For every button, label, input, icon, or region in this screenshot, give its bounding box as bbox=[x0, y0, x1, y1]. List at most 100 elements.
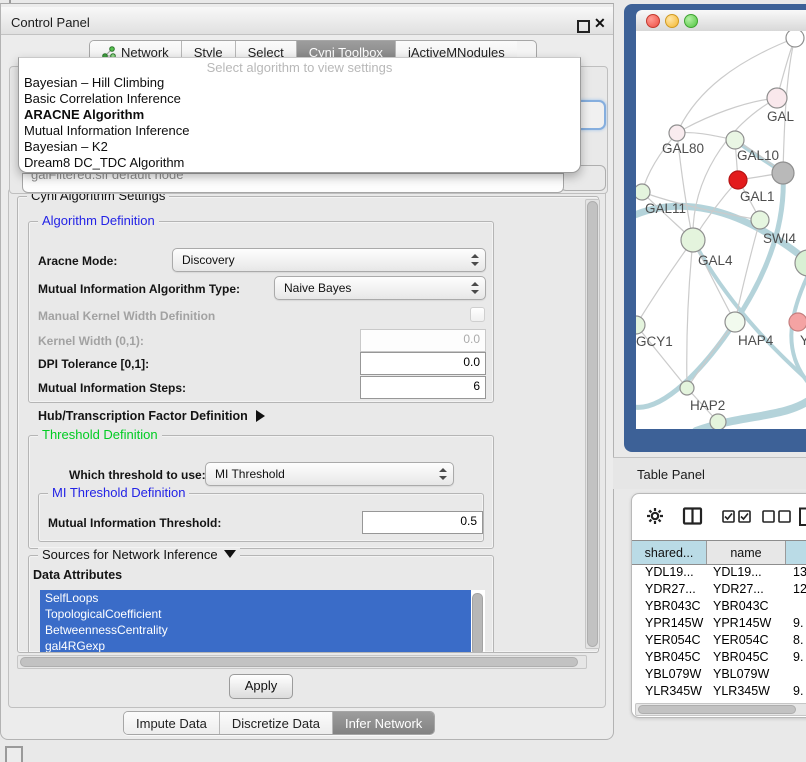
list-item-selfloops[interactable]: SelfLoops bbox=[40, 590, 471, 606]
bottom-tabbar: Impute Data Discretize Data Infer Networ… bbox=[123, 711, 435, 735]
network-node[interactable] bbox=[786, 31, 804, 47]
network-node[interactable] bbox=[681, 228, 705, 252]
control-panel-title: Control Panel bbox=[11, 15, 90, 30]
menu-item-bayesian-hill-climbing[interactable]: Bayesian – Hill Climbing bbox=[24, 75, 164, 90]
table-row[interactable]: YDR27...YDR27...12 bbox=[632, 581, 806, 598]
list-item-betweennesscentrality[interactable]: BetweennessCentrality bbox=[40, 622, 471, 638]
table-horizontal-scrollbar[interactable] bbox=[635, 703, 806, 716]
column-header-clipped[interactable] bbox=[786, 541, 806, 564]
node-label: HAP2 bbox=[690, 398, 725, 413]
table-row[interactable]: YER054CYER054C8. bbox=[632, 632, 806, 649]
network-node-selected[interactable] bbox=[729, 171, 747, 189]
mi-threshold-field[interactable]: 0.5 bbox=[362, 511, 483, 534]
zoom-traffic-light[interactable] bbox=[684, 14, 698, 28]
network-node[interactable] bbox=[789, 313, 806, 331]
table-row[interactable]: YPR145WYPR145W9. bbox=[632, 615, 806, 632]
list-item-topologicalcoefficient[interactable]: TopologicalCoefficient bbox=[40, 606, 471, 622]
cyni-settings-card: Algorithm Definition Aracne Mode: Discov… bbox=[8, 188, 606, 708]
mi-type-combo[interactable]: Naive Bayes bbox=[274, 276, 486, 300]
gear-icon[interactable] bbox=[646, 507, 664, 525]
mi-type-label: Mutual Information Algorithm Type: bbox=[38, 282, 240, 296]
aracne-mode-combo[interactable]: Discovery bbox=[172, 248, 486, 272]
table-panel-titlebar: Table Panel bbox=[613, 457, 806, 489]
tab-infer-network[interactable]: Infer Network bbox=[333, 712, 434, 734]
list-item-gal4rgexp[interactable]: gal4RGexp bbox=[40, 638, 471, 653]
node-label: GAL11 bbox=[645, 201, 686, 216]
kernel-width-field[interactable]: 0.0 bbox=[360, 329, 486, 352]
settings-vertical-scrollbar[interactable] bbox=[585, 199, 600, 649]
network-node[interactable] bbox=[767, 88, 787, 108]
menu-item-mutual-information-inference[interactable]: Mutual Information Inference bbox=[24, 123, 189, 138]
dpi-tolerance-label: DPI Tolerance [0,1]: bbox=[38, 357, 149, 371]
select-all-checkboxes-icon[interactable] bbox=[722, 510, 752, 523]
network-canvas[interactable]: GAL GAL80 GAL10 GAL1 GAL11 SWI4 GAL4 GCY… bbox=[636, 31, 806, 429]
dpi-tolerance-field[interactable]: 0.0 bbox=[360, 352, 486, 375]
table-header-row: shared... name bbox=[632, 540, 806, 565]
table-row[interactable]: YDL19...YDL19...13 bbox=[632, 564, 806, 581]
table-row[interactable]: YLR345WYLR345W9. bbox=[632, 683, 806, 700]
node-label: Y bbox=[800, 333, 806, 348]
table-row[interactable]: YBR045CYBR045C9. bbox=[632, 649, 806, 666]
deselect-all-checkboxes-icon[interactable] bbox=[762, 510, 792, 523]
node-label: SWI4 bbox=[763, 231, 796, 246]
apply-button[interactable]: Apply bbox=[229, 674, 293, 699]
node-label: GAL bbox=[767, 109, 795, 124]
aracne-mode-value: Discovery bbox=[182, 253, 235, 267]
mi-threshold-label: Mutual Information Threshold: bbox=[48, 516, 221, 530]
close-traffic-light[interactable] bbox=[646, 14, 660, 28]
network-node[interactable] bbox=[772, 162, 794, 184]
tab-discretize-data[interactable]: Discretize Data bbox=[220, 712, 333, 734]
expand-right-icon[interactable] bbox=[256, 410, 265, 422]
document-icon[interactable] bbox=[798, 507, 806, 527]
network-graph: GAL GAL80 GAL10 GAL1 GAL11 SWI4 GAL4 GCY… bbox=[636, 31, 806, 429]
network-window-titlebar[interactable] bbox=[636, 10, 806, 32]
network-node[interactable] bbox=[751, 211, 769, 229]
network-node[interactable] bbox=[636, 316, 645, 334]
list-scrollbar[interactable] bbox=[472, 593, 483, 653]
combo-arrows-icon bbox=[471, 253, 478, 267]
menu-item-bayesian-k2[interactable]: Bayesian – K2 bbox=[24, 139, 108, 154]
menu-item-basic-correlation-inference[interactable]: Basic Correlation Inference bbox=[24, 91, 181, 106]
docked-panel-icon[interactable] bbox=[5, 746, 23, 762]
float-panel-icon[interactable] bbox=[577, 20, 590, 33]
algorithm-dropdown-popup: Select algorithm to view settings Bayesi… bbox=[18, 57, 581, 173]
table-body: YDL19...YDL19...13 YDR27...YDR27...12 YB… bbox=[632, 564, 806, 702]
control-panel-titlebar: Control Panel ✕ bbox=[1, 7, 613, 35]
collapse-down-icon[interactable] bbox=[224, 550, 236, 558]
menu-item-aracne-algorithm[interactable]: ARACNE Algorithm bbox=[24, 107, 144, 122]
table-row[interactable]: YIL052CYIL052C9 bbox=[632, 700, 806, 702]
column-header-name[interactable]: name bbox=[707, 541, 786, 564]
aracne-mode-label: Aracne Mode: bbox=[38, 254, 117, 268]
data-attributes-list: SelfLoops TopologicalCoefficient Between… bbox=[40, 590, 485, 653]
network-node[interactable] bbox=[680, 381, 694, 395]
menu-item-dream8-dc-tdc[interactable]: Dream8 DC_TDC Algorithm bbox=[24, 155, 184, 170]
tab-discretize-data-label: Discretize Data bbox=[232, 716, 320, 731]
network-node[interactable] bbox=[636, 184, 650, 200]
minimize-traffic-light[interactable] bbox=[665, 14, 679, 28]
network-node[interactable] bbox=[726, 131, 744, 149]
split-columns-icon[interactable] bbox=[682, 507, 704, 525]
network-combo-fragment[interactable]: galFiltered.sif default node bbox=[22, 173, 564, 193]
settings-horizontal-scrollbar[interactable] bbox=[17, 655, 587, 669]
tab-impute-data[interactable]: Impute Data bbox=[124, 712, 220, 734]
network-node[interactable] bbox=[710, 414, 726, 429]
node-label: HAP4 bbox=[738, 333, 774, 348]
node-label: GAL10 bbox=[737, 148, 779, 163]
manual-kernel-checkbox[interactable] bbox=[470, 307, 485, 322]
mi-steps-field[interactable]: 6 bbox=[360, 376, 486, 399]
manual-kernel-label: Manual Kernel Width Definition bbox=[38, 309, 215, 323]
close-icon[interactable]: ✕ bbox=[594, 15, 606, 32]
cyni-algorithm-settings-group: Algorithm Definition Aracne Mode: Discov… bbox=[17, 196, 599, 653]
column-header-sharedname[interactable]: shared... bbox=[632, 541, 707, 564]
hub-definition-toggle[interactable]: Hub/Transcription Factor Definition bbox=[38, 409, 265, 423]
sources-legend[interactable]: Sources for Network Inference bbox=[38, 548, 240, 562]
kernel-width-label: Kernel Width (0,1): bbox=[38, 334, 144, 348]
which-threshold-combo[interactable]: MI Threshold bbox=[205, 462, 454, 486]
node-label: GAL4 bbox=[698, 253, 733, 268]
mi-type-value: Naive Bayes bbox=[284, 281, 351, 295]
algorithm-definition-legend: Algorithm Definition bbox=[38, 214, 159, 228]
network-node[interactable] bbox=[725, 312, 745, 332]
network-node[interactable] bbox=[669, 125, 685, 141]
table-row[interactable]: YBR043CYBR043C bbox=[632, 598, 806, 615]
table-row[interactable]: YBL079WYBL079W bbox=[632, 666, 806, 683]
